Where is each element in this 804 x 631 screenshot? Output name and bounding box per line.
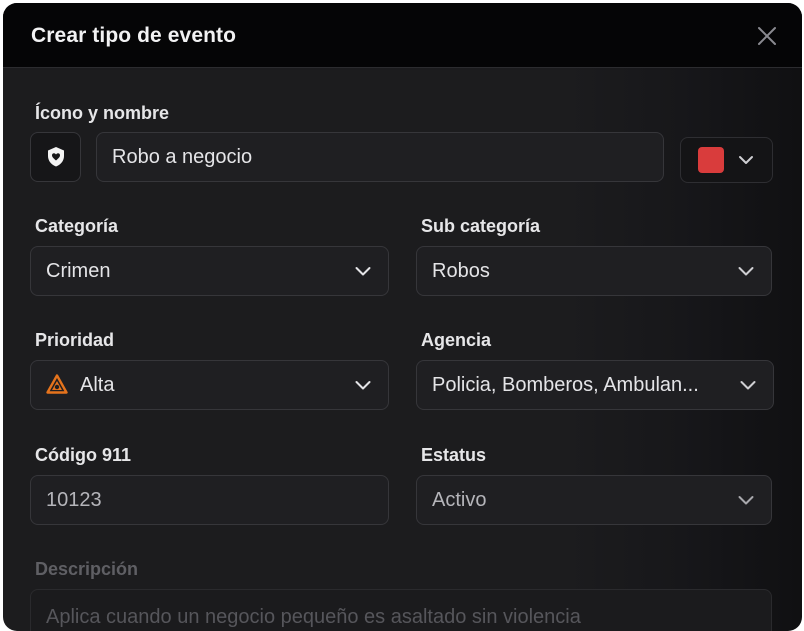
code-911-label: Código 911 (35, 445, 132, 465)
subcategory-label: Sub categoría (421, 216, 541, 236)
agency-select[interactable]: Policia, Bomberos, Ambulan... (416, 360, 774, 410)
priority-high-icon (46, 374, 68, 394)
chevron-down-icon (738, 267, 754, 276)
description-value: Aplica cuando un negocio pequeño es asal… (46, 606, 581, 628)
status-select[interactable]: Activo (416, 475, 772, 525)
event-name-input[interactable]: Robo a negocio (96, 132, 664, 182)
shield-heart-icon (47, 147, 64, 167)
event-icon-picker[interactable] (30, 132, 81, 182)
priority-label: Prioridad (35, 330, 115, 350)
color-picker-button[interactable] (680, 137, 773, 183)
chevron-down-icon (738, 496, 754, 505)
category-select[interactable]: Crimen (30, 246, 389, 296)
status-value: Activo (432, 488, 487, 511)
event-name-value: Robo a negocio (112, 145, 253, 168)
code-911-input[interactable]: 10123 (30, 475, 389, 525)
agency-value: Policia, Bomberos, Ambulan... (432, 373, 699, 396)
close-icon[interactable] (756, 25, 778, 47)
description-textarea[interactable]: Aplica cuando un negocio pequeño es asal… (30, 589, 772, 631)
chevron-down-icon (355, 381, 371, 390)
code-911-value: 10123 (46, 488, 102, 511)
description-label: Descripción (35, 559, 139, 579)
icon-name-label: Ícono y nombre (35, 103, 170, 123)
category-label: Categoría (35, 216, 119, 236)
subcategory-value: Robos (432, 259, 490, 282)
agency-label: Agencia (421, 330, 492, 350)
chevron-down-icon (739, 156, 753, 164)
priority-value: Alta (80, 373, 115, 396)
modal-title: Crear tipo de evento (31, 24, 237, 47)
create-event-type-modal: Crear tipo de evento Ícono y nombre Robo… (3, 3, 802, 631)
modal-header: Crear tipo de evento (3, 3, 802, 68)
category-value: Crimen (46, 259, 111, 282)
chevron-down-icon (740, 381, 756, 390)
subcategory-select[interactable]: Robos (416, 246, 772, 296)
status-label: Estatus (421, 445, 487, 465)
color-swatch (698, 147, 724, 173)
chevron-down-icon (355, 267, 371, 276)
priority-select[interactable]: Alta (30, 360, 389, 410)
